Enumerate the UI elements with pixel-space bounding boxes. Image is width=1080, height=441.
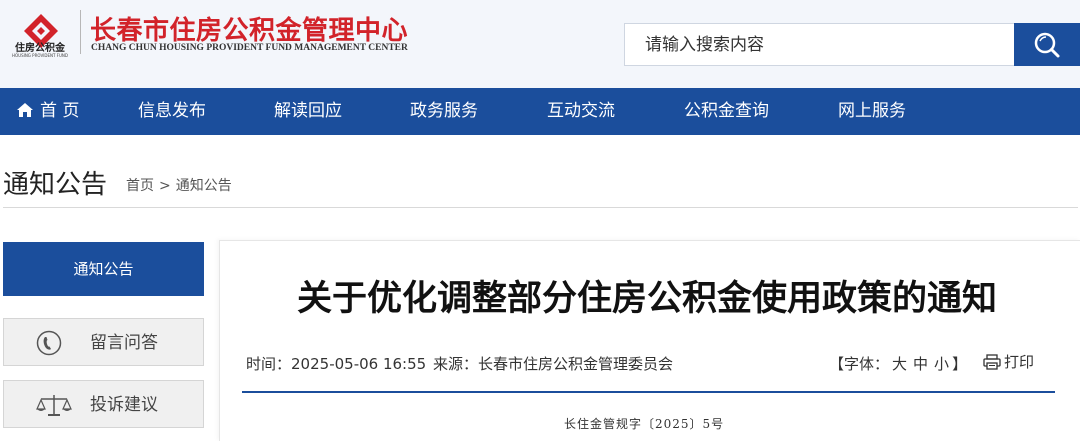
font-size-small-button[interactable]: 小 [934,355,949,373]
nav-item-gov-services[interactable]: 政务服务 [410,88,478,135]
nav-item-interpretation[interactable]: 解读回应 [274,88,342,135]
search-button[interactable] [1014,23,1080,66]
nav-item-info-release[interactable]: 信息发布 [138,88,206,135]
document-number: 长住金管规字〔2025〕5号 [564,417,725,431]
nav-item-label: 首 页 [40,101,80,121]
font-size-control: 【字体：大中小】 [829,353,967,374]
logo-divider [80,10,81,54]
sidebar-item-label: 留言问答 [90,333,158,353]
font-size-medium-button[interactable]: 中 [913,355,928,373]
site-header: 住房公积金 HOUSING PROVIDENT FUND 长春市住房公积金管理中… [0,0,1080,88]
logo-text: 住房公积金 [15,43,65,54]
breadcrumb-separator: > [159,178,171,194]
source-value: 长春市住房公积金管理委员会 [478,355,674,373]
breadcrumb: 首页 > 通知公告 [126,175,232,195]
site-title: 长春市住房公积金管理中心 [90,16,409,46]
nav-item-home[interactable]: 首 页 [16,88,79,135]
scales-icon [36,395,72,416]
nav-item-interaction[interactable]: 互动交流 [547,88,615,135]
search-input[interactable] [624,23,1016,66]
article-source: 来源：长春市住房公积金管理委员会 [433,353,673,374]
home-icon [17,103,33,117]
logo-subtext: HOUSING PROVIDENT FUND [12,53,68,58]
nav-item-fund-query[interactable]: 公积金查询 [684,88,769,135]
sidebar-item-message-qa[interactable]: 留言问答 [3,318,204,366]
time-value: 2025-05-06 16:55 [291,355,427,373]
source-label: 来源： [433,355,479,373]
sidebar-item-complaints[interactable]: 投诉建议 [3,380,204,428]
print-label: 打印 [1004,353,1035,371]
time-label: 时间： [246,355,292,373]
search-icon [1034,32,1060,58]
sidebar-item-label: 投诉建议 [90,395,158,415]
nav-item-online-services[interactable]: 网上服务 [838,88,906,135]
font-size-large-button[interactable]: 大 [892,355,907,373]
printer-icon [983,354,1001,370]
article-divider [242,391,1055,393]
breadcrumb-divider [3,207,1078,208]
print-button[interactable]: 打印 [983,351,1034,372]
font-size-label: 【字体： [829,355,890,373]
article-title: 关于优化调整部分住房公积金使用政策的通知 [296,279,997,319]
font-size-label-close: 】 [952,355,968,373]
main-nav: 首 页 信息发布 解读回应 政务服务 互动交流 公积金查询 网上服务 [0,88,1080,135]
breadcrumb-current-link[interactable]: 通知公告 [176,178,232,194]
site-subtitle: CHANG CHUN HOUSING PROVIDENT FUND MANAGE… [91,43,408,53]
page-title: 通知公告 [3,170,108,200]
phone-icon [36,330,62,356]
article-time: 时间：2025-05-06 16:55 [246,353,426,374]
breadcrumb-home-link[interactable]: 首页 [126,178,154,194]
